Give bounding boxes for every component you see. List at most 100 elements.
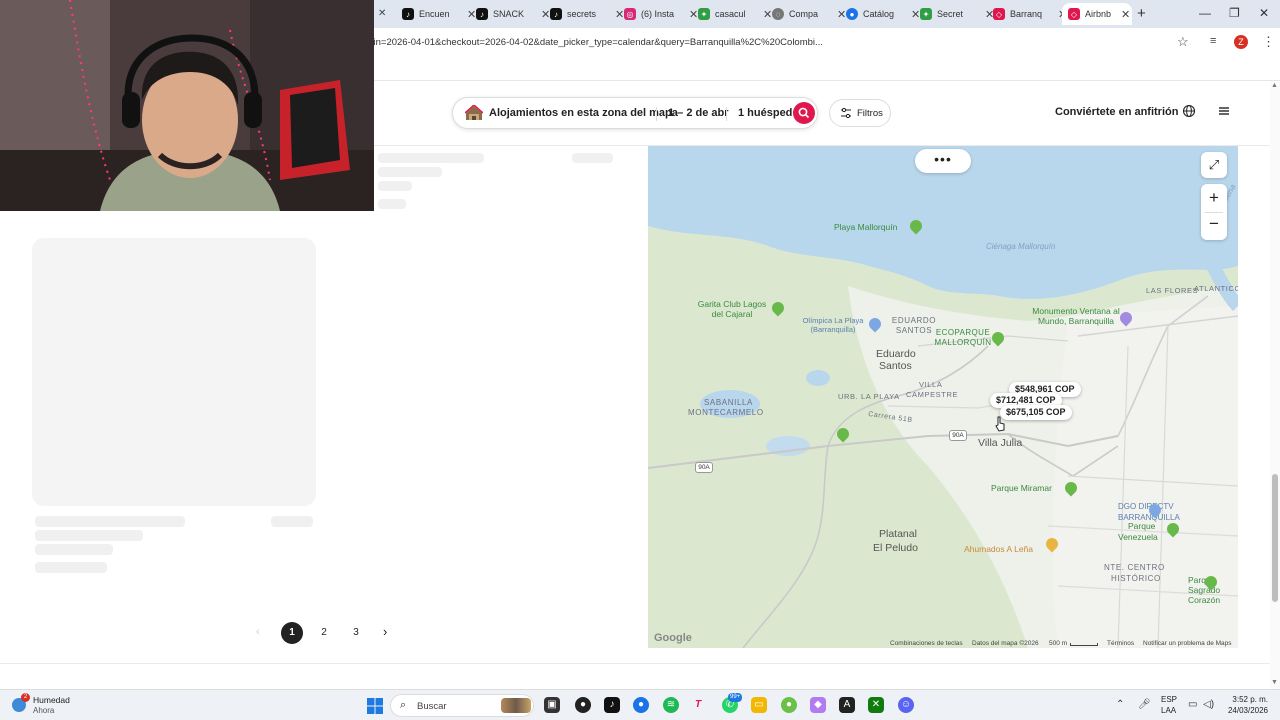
tab-1[interactable]: ♪ SNACK ✕ xyxy=(476,3,550,25)
become-host-link[interactable]: Conviértete en anfitrión xyxy=(1055,106,1178,118)
tab-2[interactable]: ♪ secrets ✕ xyxy=(550,3,624,25)
tab-close-icon[interactable]: ✕ xyxy=(1121,8,1130,21)
app-icon[interactable]: ● xyxy=(781,697,797,713)
skeleton-line xyxy=(35,562,107,573)
tab-5[interactable]: ◌ Compa ✕ xyxy=(772,3,846,25)
tab-label: SNACK xyxy=(493,9,525,19)
new-tab-button[interactable]: + xyxy=(1137,5,1146,22)
browser-menu-icon[interactable]: ⋮ xyxy=(1262,34,1275,50)
typora-icon[interactable]: T xyxy=(690,697,706,713)
skeleton-line xyxy=(378,181,412,191)
tab-close-icon[interactable]: ✕ xyxy=(378,8,386,19)
discord-icon[interactable]: ☺ xyxy=(898,697,914,713)
scale-label: 500 m xyxy=(1049,640,1068,647)
expand-map-icon[interactable]: ⤢ xyxy=(1201,152,1227,178)
file-explorer-icon[interactable]: ▭ xyxy=(751,697,767,713)
filters-button[interactable]: Filtros xyxy=(829,99,891,127)
leaf-icon: ✦ xyxy=(920,8,932,20)
keyboard-shortcuts-link[interactable]: Combinaciones de teclas xyxy=(890,640,963,647)
map[interactable]: 90A 90A Playa Mallorquín Ciénaga Mallorq… xyxy=(648,146,1238,648)
previous-page-icon[interactable]: ‹ xyxy=(256,626,260,638)
spotify-icon[interactable]: ≋ xyxy=(663,697,679,713)
search-dates[interactable]: 1 – 2 de abr xyxy=(668,107,729,119)
report-problem-link[interactable]: Notificar un problema de Maps xyxy=(1143,640,1232,647)
tab-close-icon[interactable]: ✕ xyxy=(615,8,624,21)
place-label[interactable]: Ahumados A Leña xyxy=(964,544,1033,554)
place-label[interactable]: Olímpica La Playa (Barranquilla) xyxy=(788,316,878,334)
chrome-icon[interactable]: ● xyxy=(633,697,649,713)
district-label: MONTECARMELO xyxy=(688,408,764,417)
place-label[interactable]: Sagrado xyxy=(1188,585,1220,595)
tiktok-icon: ♪ xyxy=(402,8,414,20)
app-icon[interactable]: ● xyxy=(575,697,591,713)
tab-7[interactable]: ✦ Secret ✕ xyxy=(920,3,994,25)
tab-3[interactable]: ◎ (6) Insta ✕ xyxy=(624,3,698,25)
clock-time[interactable]: 3:52 p. m. xyxy=(1228,695,1268,704)
zoom-in-button[interactable]: + xyxy=(1201,186,1227,210)
listing-image-skeleton[interactable] xyxy=(32,238,316,506)
scroll-down-icon[interactable]: ▼ xyxy=(1271,679,1278,686)
app-icon[interactable]: A xyxy=(839,697,855,713)
district-label: LAS FLORES xyxy=(1146,286,1199,295)
place-label[interactable]: DGO DIRECTV xyxy=(1118,502,1174,511)
search-guests[interactable]: 1 huésped xyxy=(738,107,792,119)
terms-link[interactable]: Términos xyxy=(1107,640,1134,647)
webcam-overlay xyxy=(0,0,374,211)
tiktok-icon[interactable]: ♪ xyxy=(604,697,620,713)
place-label[interactable]: Corazón xyxy=(1188,595,1220,605)
zoom-out-button[interactable]: − xyxy=(1201,213,1227,237)
place-label[interactable]: ECOPARQUE MALLORQUÍN xyxy=(928,328,998,348)
tab-close-icon[interactable]: ✕ xyxy=(689,8,698,21)
tab-9-active[interactable]: ◇ Airbnb ✕ xyxy=(1062,3,1132,25)
language-indicator[interactable]: ESP xyxy=(1161,695,1177,704)
search-location[interactable]: Alojamientos en esta zona del mapa xyxy=(489,107,678,119)
tab-0[interactable]: ♪ Encuen ✕ xyxy=(402,3,476,25)
place-label[interactable]: Parque xyxy=(1128,521,1155,531)
tab-close-icon[interactable]: ✕ xyxy=(541,8,550,21)
close-window-icon[interactable]: ✕ xyxy=(1259,6,1269,20)
minimize-icon[interactable]: — xyxy=(1199,6,1211,20)
webcam-person-image xyxy=(0,0,374,211)
media-control-icon[interactable]: ≡ xyxy=(1210,35,1216,47)
keyboard-layout[interactable]: LAA xyxy=(1161,706,1176,715)
divider xyxy=(0,663,1270,664)
tab-4[interactable]: ✦ casacul ✕ xyxy=(698,3,772,25)
tab-close-icon[interactable]: ✕ xyxy=(763,8,772,21)
monitor-icon[interactable]: ▭ xyxy=(1188,699,1197,710)
place-label[interactable]: Garita Club Lagos del Cajaral xyxy=(692,299,772,319)
instagram-icon: ◎ xyxy=(624,8,636,20)
clock-date[interactable]: 24/03/2026 xyxy=(1220,706,1268,715)
search-button[interactable] xyxy=(793,102,815,124)
task-view-icon[interactable]: ▣ xyxy=(544,697,560,713)
scroll-up-icon[interactable]: ▲ xyxy=(1271,82,1278,89)
price-marker[interactable]: $675,105 COP xyxy=(1000,405,1072,420)
place-label[interactable]: Playa Mallorquín xyxy=(834,222,897,232)
place-label[interactable]: Monumento Ventana al Mundo, Barranquilla xyxy=(1026,306,1126,326)
place-label[interactable]: Parque Miramar xyxy=(991,483,1052,493)
scrollbar-thumb[interactable] xyxy=(1272,474,1278,602)
tab-close-icon[interactable]: ✕ xyxy=(837,8,846,21)
tab-close-icon[interactable]: ✕ xyxy=(911,8,920,21)
taskbar-search[interactable]: ⌕ Buscar xyxy=(390,694,534,717)
next-page-icon[interactable]: › xyxy=(383,624,387,639)
chevron-up-icon[interactable]: ⌃ xyxy=(1116,699,1124,710)
place-label[interactable]: Venezuela xyxy=(1118,532,1158,542)
tab-6[interactable]: ● Catálog ✕ xyxy=(846,3,920,25)
app-icon[interactable]: ◆ xyxy=(810,697,826,713)
profile-avatar[interactable]: Z xyxy=(1234,35,1248,49)
skeleton-line xyxy=(378,167,442,177)
microphone-icon[interactable]: 🎤︎ xyxy=(1138,699,1151,710)
volume-icon[interactable]: ◁) xyxy=(1203,699,1214,710)
weather-title[interactable]: Humedad xyxy=(33,695,70,705)
sliders-icon xyxy=(841,107,851,119)
tab-close-icon[interactable]: ✕ xyxy=(467,8,476,21)
xbox-icon[interactable]: ✕ xyxy=(868,697,884,713)
hamburger-menu-icon[interactable] xyxy=(1217,104,1231,118)
language-globe-icon[interactable] xyxy=(1182,104,1196,118)
tab-8[interactable]: ◇ Barranq ✕ xyxy=(993,3,1067,25)
windows-start-icon[interactable] xyxy=(367,698,383,714)
bookmark-star-icon[interactable]: ☆ xyxy=(1177,34,1189,50)
search-bar[interactable]: Alojamientos en esta zona del mapa 1 – 2… xyxy=(452,97,818,129)
restore-icon[interactable]: ❐ xyxy=(1229,6,1240,20)
tiktok-icon: ♪ xyxy=(550,8,562,20)
